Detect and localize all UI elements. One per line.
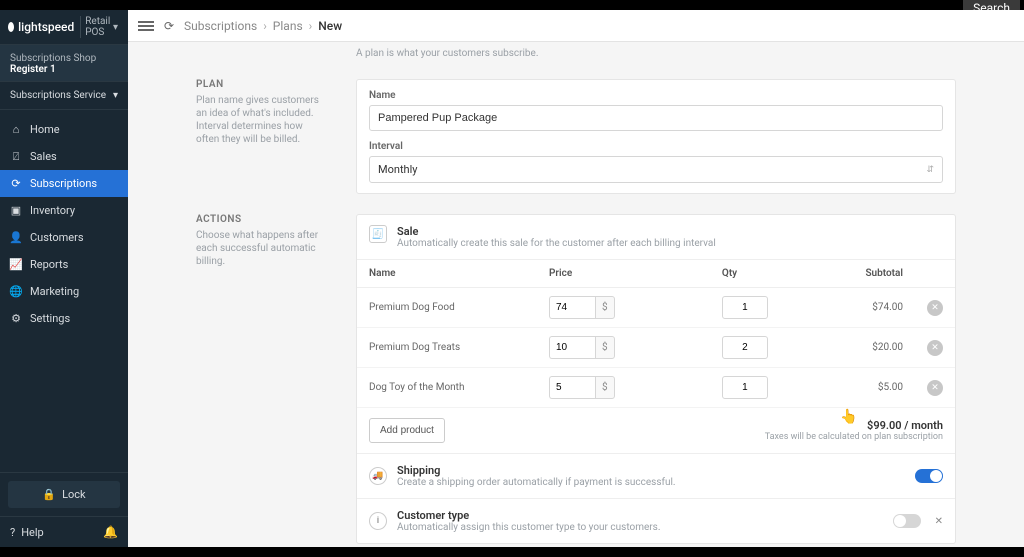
refresh-icon: ⟳ [10,178,22,190]
sidebar-nav: ⌂Home ⍁Sales ⟳Subscriptions ▣Inventory 👤… [0,110,128,472]
register-name: Register 1 [10,64,118,75]
box-icon: ▣ [10,205,22,217]
table-row: Premium Dog Treats $ $20.00 ✕ [357,328,955,368]
home-icon: ⌂ [10,124,22,136]
receipt-icon: 🧾 [369,225,387,243]
truck-icon: 🚚 [369,467,387,485]
tag-icon: ⍁ [10,151,22,163]
remove-row-icon[interactable]: ✕ [927,380,943,396]
chevron-down-icon: ▾ [113,90,118,101]
remove-row-icon[interactable]: ✕ [927,340,943,356]
info-icon: i [369,512,387,530]
customer-type-clear-icon[interactable]: ✕ [935,516,943,527]
breadcrumb-plans[interactable]: Plans [273,19,303,33]
gear-icon: ⚙ [10,313,22,325]
plan-name-input[interactable] [369,105,943,131]
plan-heading: PLAN [196,79,326,90]
intro-text: A plan is what your customers subscribe. [356,48,956,59]
interval-select[interactable]: Monthly ⇵ [369,156,943,183]
customer-type-toggle[interactable] [893,514,921,528]
sidebar-item-subscriptions[interactable]: ⟳Subscriptions [0,170,128,197]
breadcrumb-sep: › [263,19,267,33]
notifications-icon[interactable]: 🔔 [103,525,118,539]
product-name: Premium Dog Food [357,288,537,328]
plan-help: Plan name gives customers an idea of wha… [196,94,326,146]
tax-note: Taxes will be calculated on plan subscri… [765,432,943,442]
plan-total: $99.00 / month [765,419,943,432]
product-name: Premium Dog Treats [357,328,537,368]
price-input[interactable] [549,296,595,319]
sidebar-item-settings[interactable]: ⚙Settings [0,305,128,332]
customer-type-title: Customer type [397,509,883,522]
subtotal-value: $5.00 [845,368,915,408]
sidebar-item-sales[interactable]: ⍁Sales [0,143,128,170]
col-qty: Qty [710,260,845,288]
table-row: Premium Dog Food $ $74.00 ✕ [357,288,955,328]
add-product-button[interactable]: Add product [369,418,445,443]
sale-title: Sale [397,225,716,238]
shop-switcher[interactable]: Subscriptions Shop Register 1 [0,45,128,82]
col-subtotal: Subtotal [845,260,915,288]
main-area: ⟳ Subscriptions › Plans › New A plan is … [128,10,1024,547]
help-button[interactable]: ?Help [10,526,44,539]
sale-desc: Automatically create this sale for the c… [397,238,716,249]
brand-bar: lightspeed Retail POS▾ [0,10,128,45]
interval-label: Interval [369,141,943,152]
lightspeed-logo-icon [8,22,14,32]
help-icon: ? [10,526,15,539]
sidebar: lightspeed Retail POS▾ Subscriptions Sho… [0,10,128,547]
customer-type-desc: Automatically assign this customer type … [397,522,883,533]
window-top-bar [0,0,1024,10]
lock-button[interactable]: 🔒Lock [8,481,120,508]
select-arrows-icon: ⇵ [926,165,934,175]
sidebar-item-inventory[interactable]: ▣Inventory [0,197,128,224]
actions-help: Choose what happens after each successfu… [196,229,326,268]
topbar: ⟳ Subscriptions › Plans › New [128,10,1024,42]
shipping-toggle[interactable] [915,469,943,483]
name-label: Name [369,90,943,101]
currency-label: $ [595,336,615,359]
subtotal-value: $74.00 [845,288,915,328]
product-name: Dog Toy of the Month [357,368,537,408]
col-name: Name [357,260,537,288]
qty-input[interactable] [722,376,768,399]
breadcrumb-sep: › [309,19,313,33]
table-row: Dog Toy of the Month $ $5.00 ✕ [357,368,955,408]
chart-icon: 📈 [10,259,22,271]
sidebar-item-marketing[interactable]: 🌐Marketing [0,278,128,305]
breadcrumb-subscriptions[interactable]: Subscriptions [184,19,257,33]
shipping-desc: Create a shipping order automatically if… [397,477,905,488]
brand-name: lightspeed [18,20,74,34]
brand-product[interactable]: Retail POS▾ [80,16,118,38]
breadcrumb-current: New [318,19,342,33]
qty-input[interactable] [722,296,768,319]
actions-heading: ACTIONS [196,214,326,225]
sidebar-item-reports[interactable]: 📈Reports [0,251,128,278]
remove-row-icon[interactable]: ✕ [927,300,943,316]
lock-icon: 🔒 [42,488,56,501]
products-table: Name Price Qty Subtotal Premium Dog Food… [357,260,955,408]
price-input[interactable] [549,336,595,359]
globe-icon: 🌐 [10,286,22,298]
shop-name: Subscriptions Shop [10,53,118,64]
refresh-icon: ⟳ [164,19,178,33]
window-bottom-bar [0,547,1024,557]
qty-input[interactable] [722,336,768,359]
menu-toggle-icon[interactable] [138,21,154,31]
price-input[interactable] [549,376,595,399]
currency-label: $ [595,296,615,319]
breadcrumb: ⟳ Subscriptions › Plans › New [164,19,342,33]
shipping-title: Shipping [397,464,905,477]
col-price: Price [537,260,710,288]
currency-label: $ [595,376,615,399]
subtotal-value: $20.00 [845,328,915,368]
user-icon: 👤 [10,232,22,244]
sidebar-item-customers[interactable]: 👤Customers [0,224,128,251]
service-switcher[interactable]: Subscriptions Service▾ [0,82,128,110]
sidebar-item-home[interactable]: ⌂Home [0,116,128,143]
